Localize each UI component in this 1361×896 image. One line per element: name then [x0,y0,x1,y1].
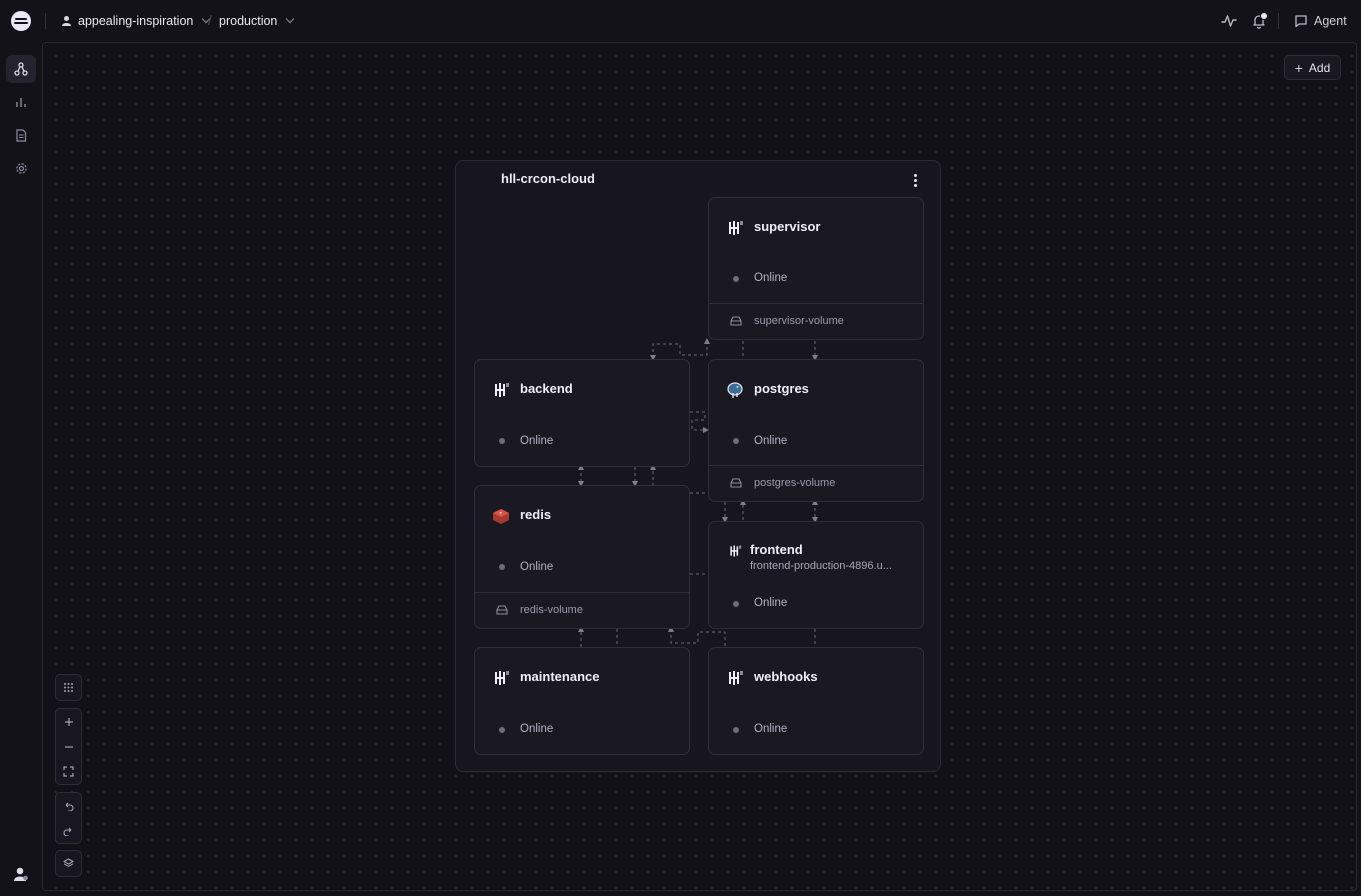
volume-icon [730,316,742,326]
status-dot [733,438,739,444]
agent-button[interactable]: Agent [1294,11,1347,31]
chart-icon [16,98,26,107]
activity-icon[interactable] [1220,12,1238,30]
service-name: redis [520,507,552,522]
service-name: backend [520,381,573,396]
zoom-out-button[interactable] [56,734,81,759]
add-label: Add [1308,60,1331,75]
status-text: Online [520,435,554,447]
sidebar-item-architecture[interactable] [6,55,36,83]
user-avatar-icon[interactable] [13,866,29,882]
grid-toggle-button[interactable] [56,675,81,700]
redo-icon [63,827,72,836]
project-avatar-icon [62,16,71,26]
sidebar-item-settings[interactable] [6,154,36,182]
project-name: appealing-inspiration [78,14,194,28]
service-icon [730,545,742,557]
zoom-controls [55,708,82,785]
add-button[interactable]: + Add [1284,55,1341,80]
volume-supervisor[interactable]: supervisor-volume [709,303,923,339]
status-text: Online [754,723,788,735]
agent-label: Agent [1314,14,1347,28]
environment-name: production [219,14,278,28]
service-card-backend[interactable]: backend Online [474,359,690,467]
breadcrumb-separator: / [208,12,212,28]
layers-controls [55,850,82,877]
service-name: webhooks [754,669,818,684]
volume-icon [496,605,508,615]
status-dot [733,727,739,733]
group-menu-button[interactable] [905,170,925,190]
railway-logo-icon[interactable] [11,11,31,31]
top-bar: appealing-inspiration / production Agent [0,0,1361,42]
chat-icon [1295,15,1307,28]
status-text: Online [754,435,788,447]
postgres-elephant-icon [727,382,743,398]
group-title: hll-crcon-cloud [501,171,595,186]
service-domain-link[interactable]: frontend-production-4896.u... [750,560,905,572]
status-dot [499,727,505,733]
divider [1278,13,1279,29]
service-name: frontend [750,542,803,557]
divider [45,13,46,29]
status-dot [733,276,739,282]
fit-view-icon [63,766,74,777]
history-controls [55,792,82,844]
service-card-redis[interactable]: redis Online redis-volume [474,485,690,629]
volume-postgres[interactable]: postgres-volume [709,465,923,501]
undo-icon [65,802,74,811]
volume-name: redis-volume [520,604,583,616]
document-icon [16,128,27,142]
notification-badge [1260,12,1268,20]
chevron-down-icon [286,14,295,24]
minus-icon [64,745,73,748]
status-dot [499,438,505,444]
service-card-postgres[interactable]: postgres Online postgres-volume [708,359,924,502]
sidebar-item-observability[interactable] [6,88,36,116]
status-dot [733,601,739,607]
volume-redis[interactable]: redis-volume [475,592,689,628]
layers-icon [63,858,74,867]
status-text: Online [520,723,554,735]
service-icon [729,671,743,685]
service-name: postgres [754,381,809,396]
status-dot [499,564,505,570]
service-card-webhooks[interactable]: webhooks Online [708,647,924,755]
grid-dots-icon [64,683,73,692]
volume-icon [730,478,742,488]
gear-icon [15,162,27,174]
zoom-in-button[interactable] [56,709,81,734]
more-dots-icon [913,173,917,177]
service-card-supervisor[interactable]: supervisor Online supervisor-volume [708,197,924,340]
architecture-icon [14,62,28,76]
plus-icon [64,717,73,726]
notifications-button[interactable] [1250,12,1268,30]
status-text: Online [520,561,554,573]
environment-selector[interactable]: production [219,11,295,31]
layers-button[interactable] [56,851,81,876]
service-icon [729,221,743,235]
service-card-maintenance[interactable]: maintenance Online [474,647,690,755]
plus-icon: + [1294,59,1303,76]
service-card-frontend[interactable]: frontend frontend-production-4896.u... O… [708,521,924,629]
service-name: maintenance [520,669,600,684]
redo-button[interactable] [56,818,81,843]
service-icon [495,383,509,397]
redis-icon [493,509,509,524]
sidebar-item-logs[interactable] [6,121,36,149]
service-name: supervisor [754,219,821,234]
volume-name: postgres-volume [754,477,836,489]
status-text: Online [754,597,788,609]
volume-name: supervisor-volume [754,315,844,327]
undo-button[interactable] [56,793,81,818]
project-selector[interactable]: appealing-inspiration [61,11,211,31]
service-icon [495,671,509,685]
grid-controls [55,674,82,701]
status-text: Online [754,272,788,284]
fit-view-button[interactable] [56,759,81,784]
